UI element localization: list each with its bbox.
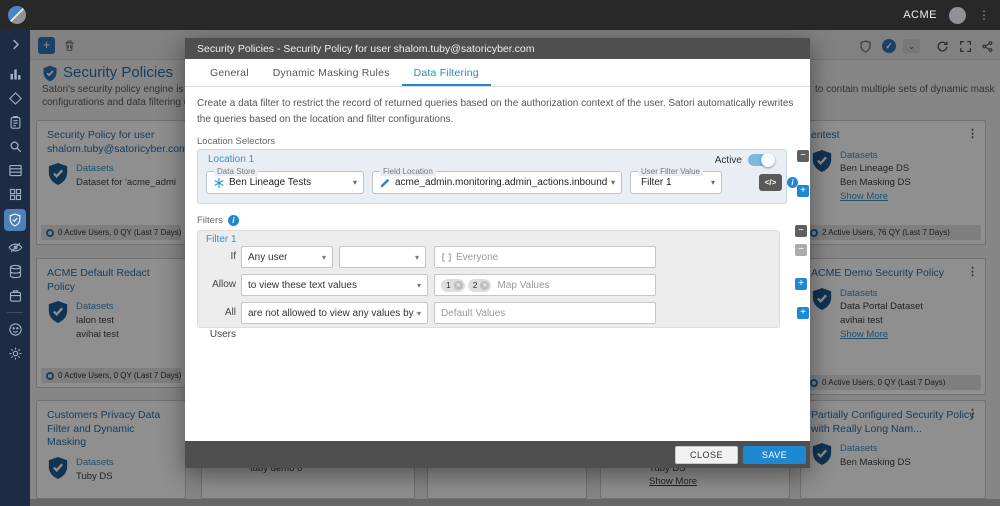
pencil-icon: [379, 177, 391, 189]
data-filter-description: Create a data filter to restrict the rec…: [197, 96, 794, 127]
settings-icon[interactable]: [8, 346, 23, 361]
everyone-icon: [441, 252, 452, 263]
default-values-input[interactable]: Default Values: [434, 302, 656, 324]
add-filter-button[interactable]: +: [797, 307, 809, 319]
tab-dynamic-masking-rules[interactable]: Dynamic Masking Rules: [261, 59, 402, 86]
snowflake-icon: [213, 177, 225, 189]
all-users-label: All Users: [198, 302, 236, 346]
if-value-input[interactable]: Everyone: [434, 246, 656, 268]
dialog-tabs: General Dynamic Masking Rules Data Filte…: [185, 59, 810, 87]
search-icon[interactable]: [8, 139, 23, 154]
sidebar-divider: [7, 312, 23, 313]
remove-filter-button[interactable]: −: [795, 225, 807, 237]
users-icon[interactable]: [8, 322, 23, 337]
value-chip[interactable]: 1✕: [441, 279, 465, 292]
top-bar: ACME ⋮: [0, 0, 1000, 30]
security-policy-dialog: Security Policies - Security Policy for …: [185, 38, 810, 468]
user-filter-value-select[interactable]: User Filter Value Filter 1 ▾: [630, 171, 722, 194]
chevron-down-icon: ▾: [417, 281, 421, 290]
dialog-title: Security Policies - Security Policy for …: [185, 38, 810, 59]
add-location-button[interactable]: +: [797, 185, 809, 197]
save-button[interactable]: SAVE: [743, 446, 806, 464]
chevron-down-icon: ▾: [711, 178, 715, 187]
tab-general[interactable]: General: [198, 59, 261, 86]
account-name: ACME: [903, 9, 937, 21]
close-button[interactable]: CLOSE: [675, 446, 738, 464]
data-store-select[interactable]: Data Store Ben Lineage Tests ▾: [206, 171, 364, 194]
if-condition-select[interactable]: Any user ▾: [241, 246, 333, 268]
apps-icon[interactable]: [8, 187, 23, 202]
map-values-input[interactable]: 1✕ 2✕ Map Values: [434, 274, 656, 296]
filter-panel: Filter 1 If Any user ▾ ▾ Everyone Allow …: [197, 230, 780, 328]
sidebar: [0, 30, 30, 506]
remove-location-button[interactable]: −: [797, 150, 809, 162]
data-stores-icon[interactable]: [8, 264, 23, 279]
chevron-down-icon: ▾: [353, 178, 357, 187]
tab-data-filtering[interactable]: Data Filtering: [402, 59, 491, 86]
allow-action-select[interactable]: to view these text values ▾: [241, 274, 428, 296]
chevron-down-icon: ▾: [322, 253, 326, 262]
filter-name: Filter 1: [206, 234, 237, 245]
info-icon[interactable]: i: [228, 215, 239, 226]
remove-chip-icon[interactable]: ✕: [454, 281, 463, 290]
active-toggle[interactable]: [748, 154, 774, 166]
remove-chip-icon[interactable]: ✕: [480, 281, 489, 290]
if-label: If: [198, 246, 236, 268]
data-flows-icon[interactable]: [8, 91, 23, 106]
audit-icon[interactable]: [8, 115, 23, 130]
add-condition-button[interactable]: +: [795, 278, 807, 290]
location-selectors-label: Location Selectors: [197, 136, 275, 147]
sidebar-item-security-policies[interactable]: [4, 209, 26, 231]
avatar[interactable]: [949, 7, 966, 24]
chevron-down-icon: ▾: [417, 309, 421, 318]
active-label: Active: [715, 155, 742, 166]
filters-label: Filters i: [197, 215, 239, 226]
dashboard-icon[interactable]: [8, 67, 23, 82]
chevron-down-icon: ▾: [611, 178, 615, 187]
if-condition-secondary-select[interactable]: ▾: [339, 246, 426, 268]
location-name: Location 1: [208, 154, 254, 165]
code-view-button[interactable]: </>: [759, 174, 782, 191]
value-chip[interactable]: 2✕: [468, 279, 492, 292]
expand-sidebar-icon[interactable]: [8, 37, 23, 52]
location-panel: Location 1 Active Data Store Ben Lineage…: [197, 149, 787, 204]
remove-condition-button[interactable]: −: [795, 244, 807, 256]
datasets-icon[interactable]: [8, 163, 23, 178]
field-location-select[interactable]: Field Location acme_admin.monitoring.adm…: [372, 171, 622, 194]
chevron-down-icon: ▾: [415, 253, 419, 262]
satori-logo-icon: [8, 6, 26, 24]
default-action-select[interactable]: are not allowed to view any values by de…: [241, 302, 428, 324]
dialog-footer: CLOSE SAVE: [185, 441, 810, 468]
masking-icon[interactable]: [8, 240, 23, 255]
inventory-icon[interactable]: [8, 288, 23, 303]
allow-label: Allow: [198, 274, 236, 296]
topbar-menu-icon[interactable]: ⋮: [978, 9, 990, 21]
